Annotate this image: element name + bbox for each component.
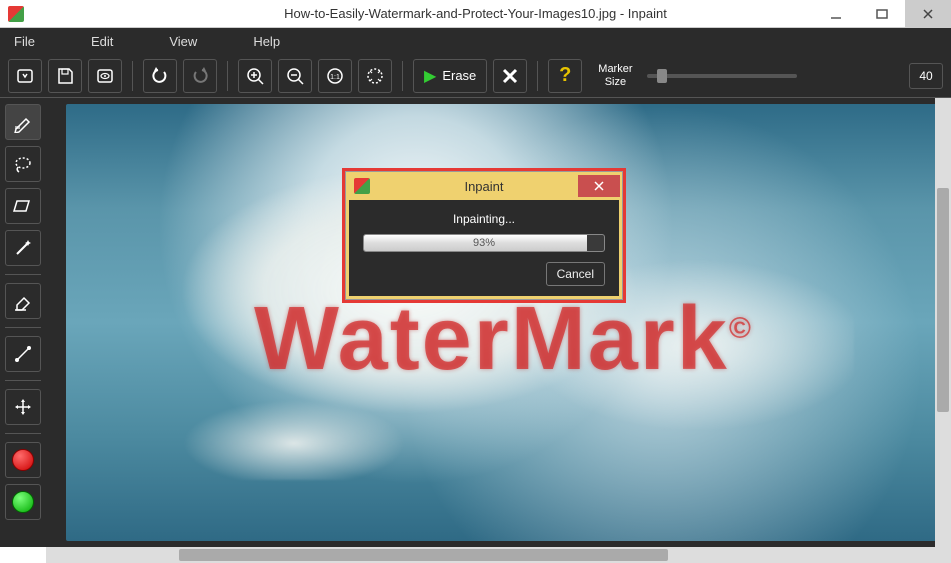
dialog-body: Inpainting... 93% Cancel (346, 200, 622, 299)
mask-green-tool[interactable] (5, 484, 41, 520)
redo-icon (190, 66, 210, 86)
menu-edit[interactable]: Edit (63, 34, 141, 49)
canvas-area[interactable]: WaterMark© (46, 98, 951, 547)
line-icon (12, 343, 34, 365)
workspace: WaterMark© (0, 98, 951, 547)
marker-tool[interactable] (5, 104, 41, 140)
close-icon (922, 8, 934, 20)
x-icon (501, 67, 519, 85)
main-toolbar: 1:1 ▶ Erase ? Marker Size 40 (0, 54, 951, 98)
toolbar-separator (402, 61, 403, 91)
mask-red-tool[interactable] (5, 442, 41, 478)
erase-button[interactable]: ▶ Erase (413, 59, 487, 93)
magic-wand-icon (12, 237, 34, 259)
menu-help[interactable]: Help (225, 34, 308, 49)
progress-bar: 93% (363, 234, 605, 252)
dialog-status: Inpainting... (363, 212, 605, 226)
app-icon (8, 6, 24, 22)
window-titlebar: How-to-Easily-Watermark-and-Protect-Your… (0, 0, 951, 28)
close-button[interactable] (905, 0, 951, 28)
toolbar-separator (227, 61, 228, 91)
vertical-scrollbar[interactable] (935, 98, 951, 547)
eraser-tool[interactable] (5, 283, 41, 319)
window-controls (813, 0, 951, 28)
lasso-icon (12, 153, 34, 175)
eraser-icon (12, 290, 34, 312)
side-separator (5, 380, 41, 381)
lasso-tool[interactable] (5, 146, 41, 182)
preview-button[interactable] (88, 59, 122, 93)
green-circle-icon (12, 491, 34, 513)
side-separator (5, 327, 41, 328)
eye-icon (95, 66, 115, 86)
progress-dialog: Inpaint Inpainting... 93% Cancel (345, 171, 623, 300)
horizontal-scrollbar[interactable] (46, 547, 935, 563)
marker-icon (12, 111, 34, 133)
scrollbar-thumb[interactable] (179, 549, 668, 561)
toolbar-separator (132, 61, 133, 91)
side-toolbar (0, 98, 46, 547)
slider-thumb[interactable] (657, 69, 667, 83)
help-button[interactable]: ? (548, 59, 582, 93)
save-icon (55, 66, 75, 86)
maximize-button[interactable] (859, 0, 905, 28)
zoom-actual-button[interactable]: 1:1 (318, 59, 352, 93)
zoom-out-button[interactable] (278, 59, 312, 93)
toolbar-separator (537, 61, 538, 91)
polygon-icon (12, 195, 34, 217)
open-icon (15, 66, 35, 86)
erase-label: Erase (442, 68, 476, 83)
clear-button[interactable] (493, 59, 527, 93)
move-icon (12, 396, 34, 418)
play-icon: ▶ (424, 66, 436, 86)
close-icon (593, 180, 605, 192)
zoom-in-icon (245, 66, 265, 86)
dialog-app-icon (354, 178, 370, 194)
minimize-button[interactable] (813, 0, 859, 28)
cancel-button[interactable]: Cancel (546, 262, 605, 286)
save-button[interactable] (48, 59, 82, 93)
menubar: File Edit View Help (0, 28, 951, 54)
marker-size-value[interactable]: 40 (909, 63, 943, 89)
zoom-in-button[interactable] (238, 59, 272, 93)
marker-size-label: Marker Size (598, 63, 632, 87)
dialog-close-button[interactable] (578, 175, 620, 197)
side-separator (5, 274, 41, 275)
undo-button[interactable] (143, 59, 177, 93)
question-icon: ? (559, 64, 571, 87)
maximize-icon (876, 8, 888, 20)
window-title: How-to-Easily-Watermark-and-Protect-Your… (0, 6, 951, 21)
menu-file[interactable]: File (0, 34, 63, 49)
menu-view[interactable]: View (141, 34, 225, 49)
zoom-fit-icon (365, 66, 385, 86)
move-tool[interactable] (5, 389, 41, 425)
dialog-actions: Cancel (363, 262, 605, 286)
line-tool[interactable] (5, 336, 41, 372)
red-circle-icon (12, 449, 34, 471)
marker-size-slider[interactable] (647, 74, 797, 78)
side-separator (5, 433, 41, 434)
scrollbar-thumb[interactable] (937, 188, 949, 413)
zoom-out-icon (285, 66, 305, 86)
dialog-highlight: Inpaint Inpainting... 93% Cancel (342, 168, 626, 303)
redo-button[interactable] (183, 59, 217, 93)
zoom-actual-icon: 1:1 (325, 66, 345, 86)
dialog-titlebar[interactable]: Inpaint (346, 172, 622, 200)
minimize-icon (830, 8, 842, 20)
open-button[interactable] (8, 59, 42, 93)
svg-text:1:1: 1:1 (330, 74, 340, 81)
scrollbar-corner (935, 547, 951, 563)
magic-wand-tool[interactable] (5, 230, 41, 266)
zoom-fit-button[interactable] (358, 59, 392, 93)
progress-text: 93% (364, 235, 604, 251)
polygon-tool[interactable] (5, 188, 41, 224)
undo-icon (150, 66, 170, 86)
